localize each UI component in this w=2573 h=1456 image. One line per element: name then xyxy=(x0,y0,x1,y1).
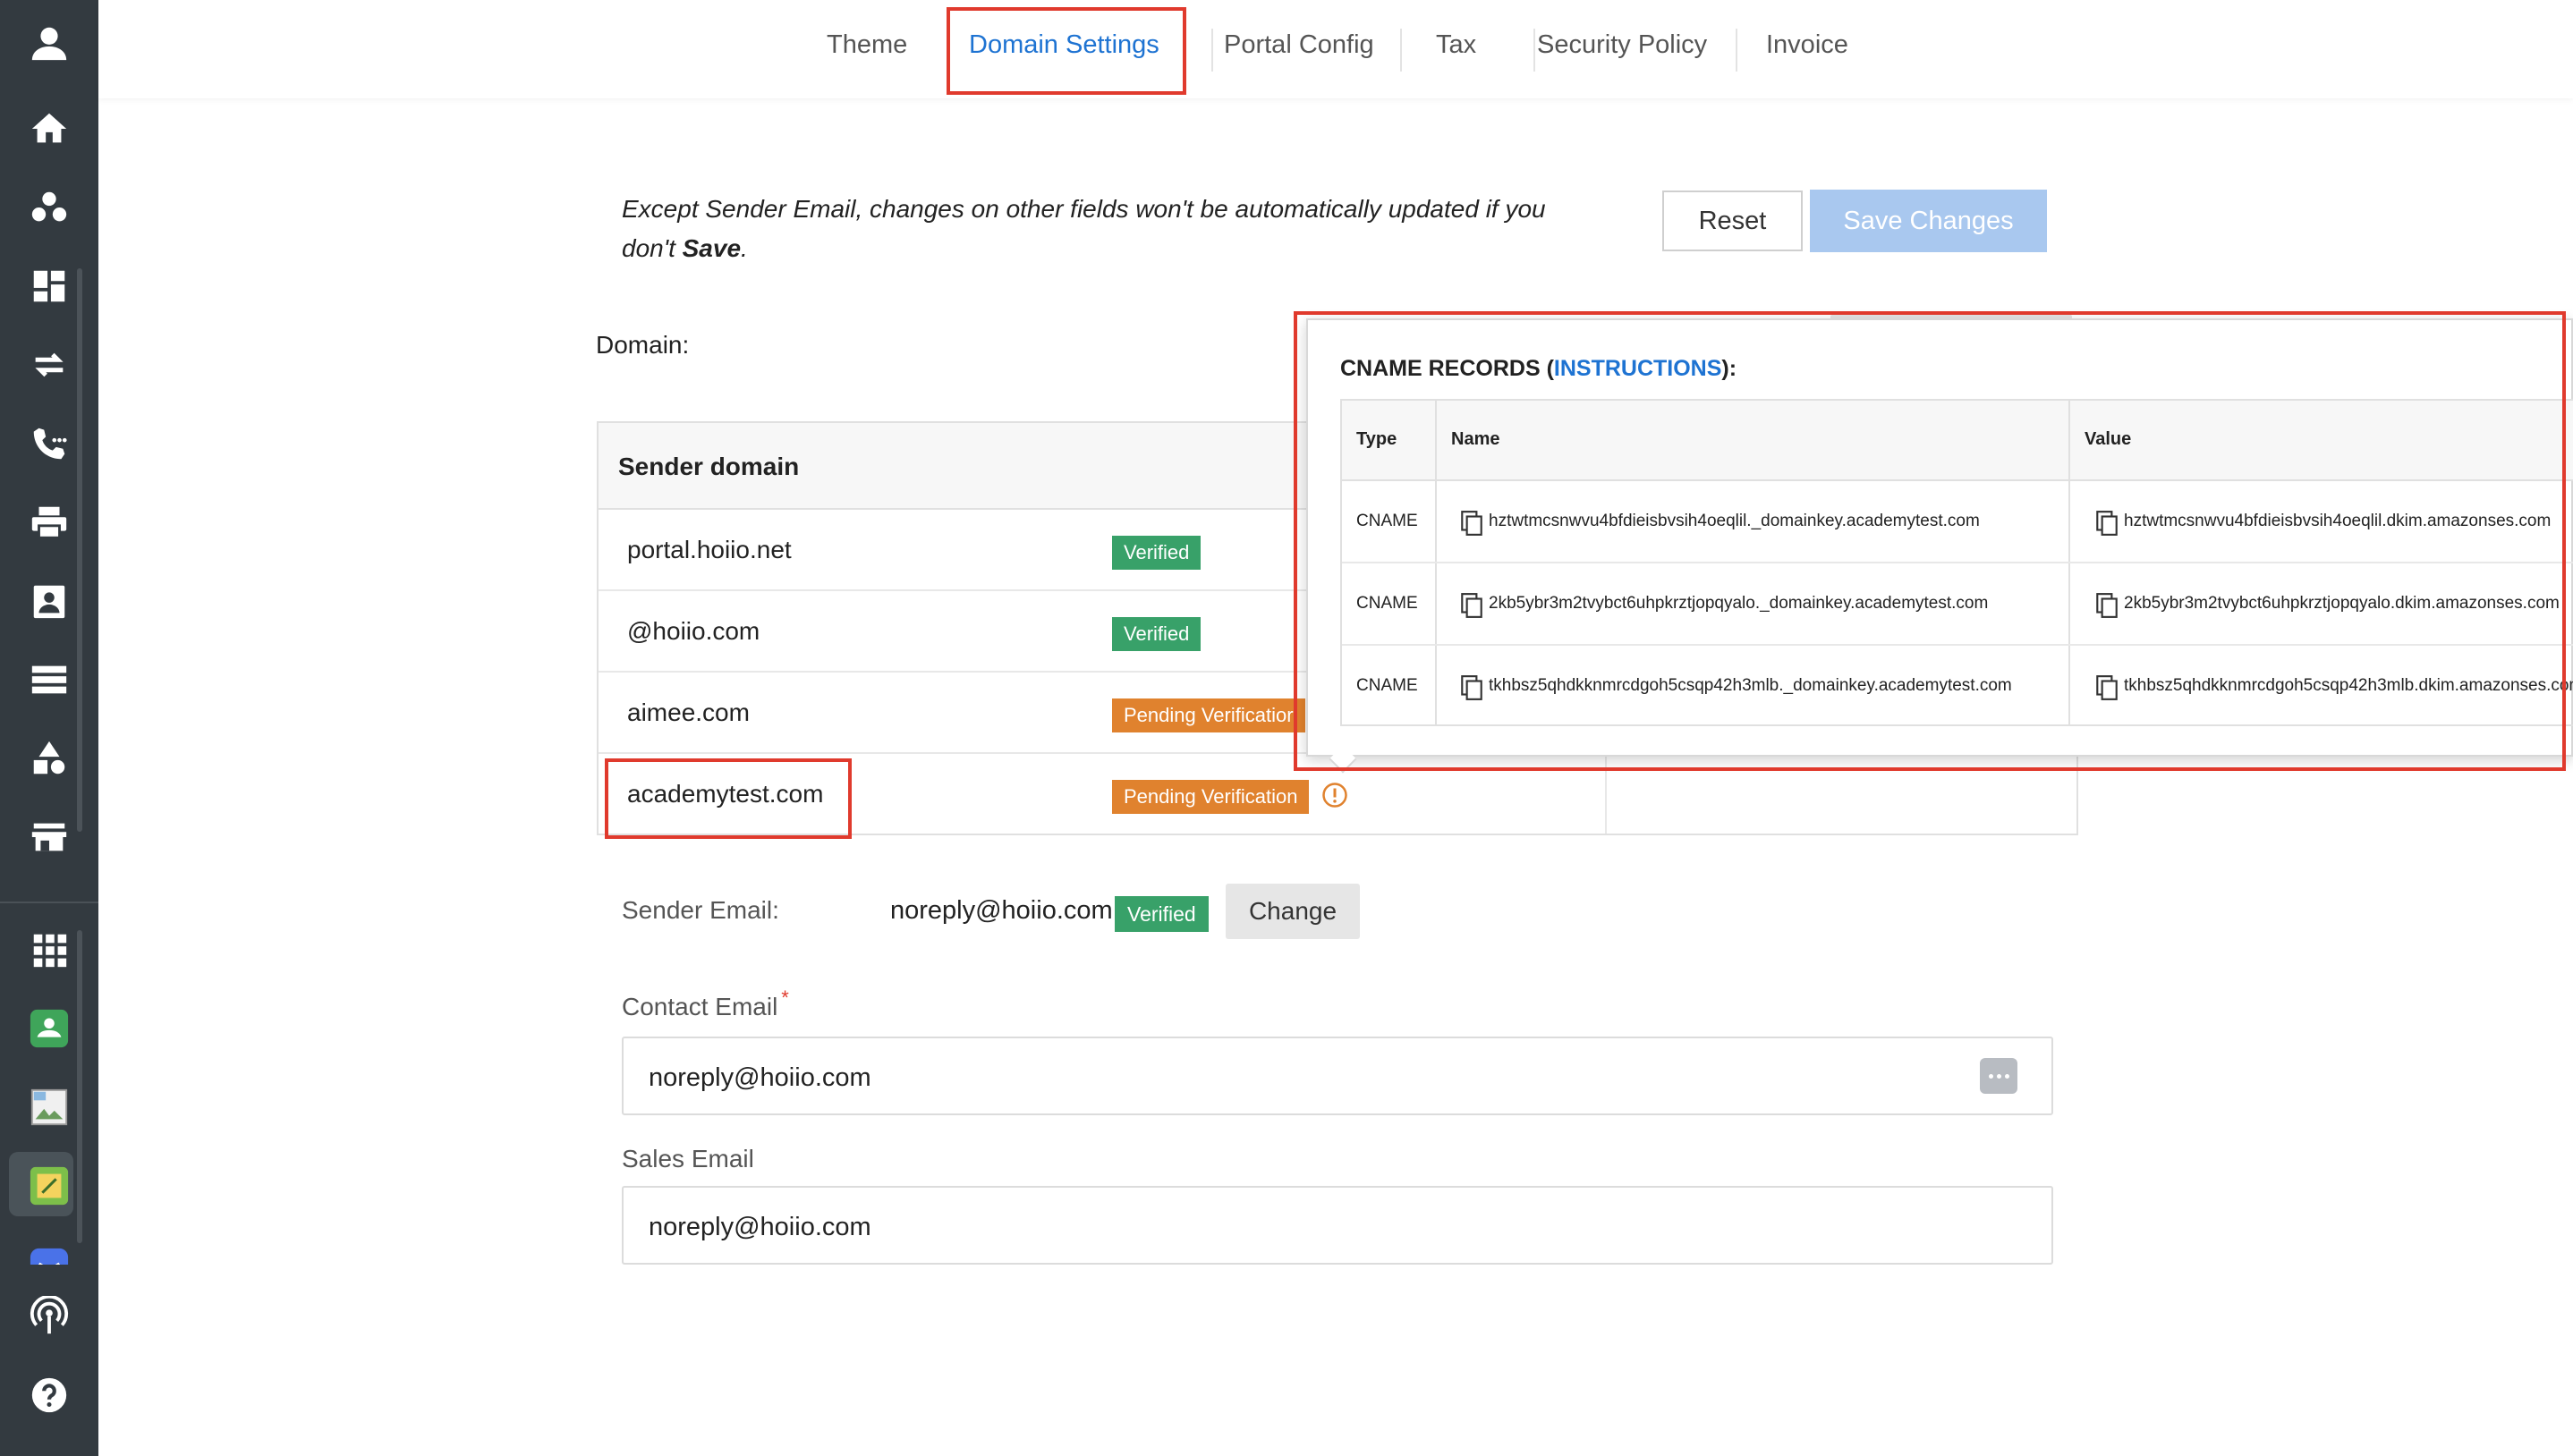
settings-tab-bar: Theme Domain Settings Portal Config Tax … xyxy=(98,0,2573,98)
sender-email-label: Sender Email: xyxy=(622,896,779,924)
contact-email-label-text: Contact Email xyxy=(622,993,778,1020)
tab-invoice[interactable]: Invoice xyxy=(1766,30,1848,60)
domain-name: @hoiio.com xyxy=(627,617,760,645)
note-app-icon[interactable] xyxy=(0,1147,98,1225)
transfer-icon[interactable] xyxy=(0,326,98,404)
highlight-academytest-row xyxy=(605,758,852,839)
tab-separator xyxy=(1211,29,1213,72)
tab-separator xyxy=(1533,29,1535,72)
reset-button[interactable]: Reset xyxy=(1662,190,1803,251)
image-placeholder-icon[interactable] xyxy=(0,1068,98,1147)
app-blue-icon[interactable] xyxy=(0,1225,98,1265)
store-icon[interactable] xyxy=(0,798,98,876)
tab-security-policy[interactable]: Security Policy xyxy=(1537,30,1707,60)
sidebar-divider xyxy=(0,902,98,903)
notice-text: Except Sender Email, changes on other fi… xyxy=(622,195,1546,262)
list-icon[interactable] xyxy=(0,640,98,719)
domain-name: aimee.com xyxy=(627,698,750,726)
change-sender-email-button[interactable]: Change xyxy=(1226,884,1360,939)
notice-end: . xyxy=(741,234,748,262)
app-green-icon[interactable] xyxy=(0,989,98,1068)
home-icon[interactable] xyxy=(0,89,98,168)
save-changes-button[interactable]: Save Changes xyxy=(1810,190,2047,252)
highlight-domain-settings-tab xyxy=(947,7,1186,95)
status-badge: Pending Verification xyxy=(1112,780,1310,814)
status-badge: Verified xyxy=(1112,536,1202,570)
contact-email-value: noreply@hoiio.com xyxy=(649,1063,871,1092)
contact-email-field[interactable]: noreply@hoiio.com xyxy=(622,1037,2053,1115)
domain-label: Domain: xyxy=(596,331,690,359)
sales-email-value: noreply@hoiio.com xyxy=(649,1213,871,1241)
status-badge: Verified xyxy=(1112,617,1202,651)
sender-domain-header: Sender domain xyxy=(618,453,800,480)
dashboard-icon[interactable] xyxy=(0,247,98,326)
highlight-cname-popover xyxy=(1294,311,2566,771)
notice-bold-save: Save xyxy=(682,234,742,262)
status-badge: Pending Verificatior xyxy=(1112,698,1305,732)
broadcast-icon[interactable] xyxy=(0,1277,98,1356)
shapes-icon[interactable] xyxy=(0,719,98,798)
sales-email-field[interactable]: noreply@hoiio.com xyxy=(622,1186,2053,1265)
sidebar xyxy=(0,0,98,1456)
user-icon[interactable] xyxy=(0,4,98,82)
tab-theme[interactable]: Theme xyxy=(827,30,907,60)
sender-email-value: noreply@hoiio.com xyxy=(890,896,1113,925)
help-icon[interactable] xyxy=(0,1356,98,1435)
contact-email-label: Contact Email * xyxy=(622,986,789,1021)
warning-info-icon[interactable] xyxy=(1321,782,1348,808)
groups-icon[interactable] xyxy=(0,168,98,247)
required-mark: * xyxy=(781,986,789,1009)
printer-icon[interactable] xyxy=(0,483,98,562)
autofill-dots-icon[interactable] xyxy=(1980,1058,2017,1094)
contacts-icon[interactable] xyxy=(0,562,98,640)
tab-separator xyxy=(1400,29,1402,72)
tab-portal-config[interactable]: Portal Config xyxy=(1224,30,1374,60)
apps-grid-icon[interactable] xyxy=(0,910,98,989)
tab-separator xyxy=(1736,29,1737,72)
phone-icon[interactable] xyxy=(0,404,98,483)
sender-email-status-badge: Verified xyxy=(1115,896,1209,932)
domain-name: portal.hoiio.net xyxy=(627,536,792,563)
sales-email-label: Sales Email xyxy=(622,1145,754,1172)
tab-tax[interactable]: Tax xyxy=(1436,30,1476,60)
save-notice: Except Sender Email, changes on other fi… xyxy=(622,190,1552,268)
